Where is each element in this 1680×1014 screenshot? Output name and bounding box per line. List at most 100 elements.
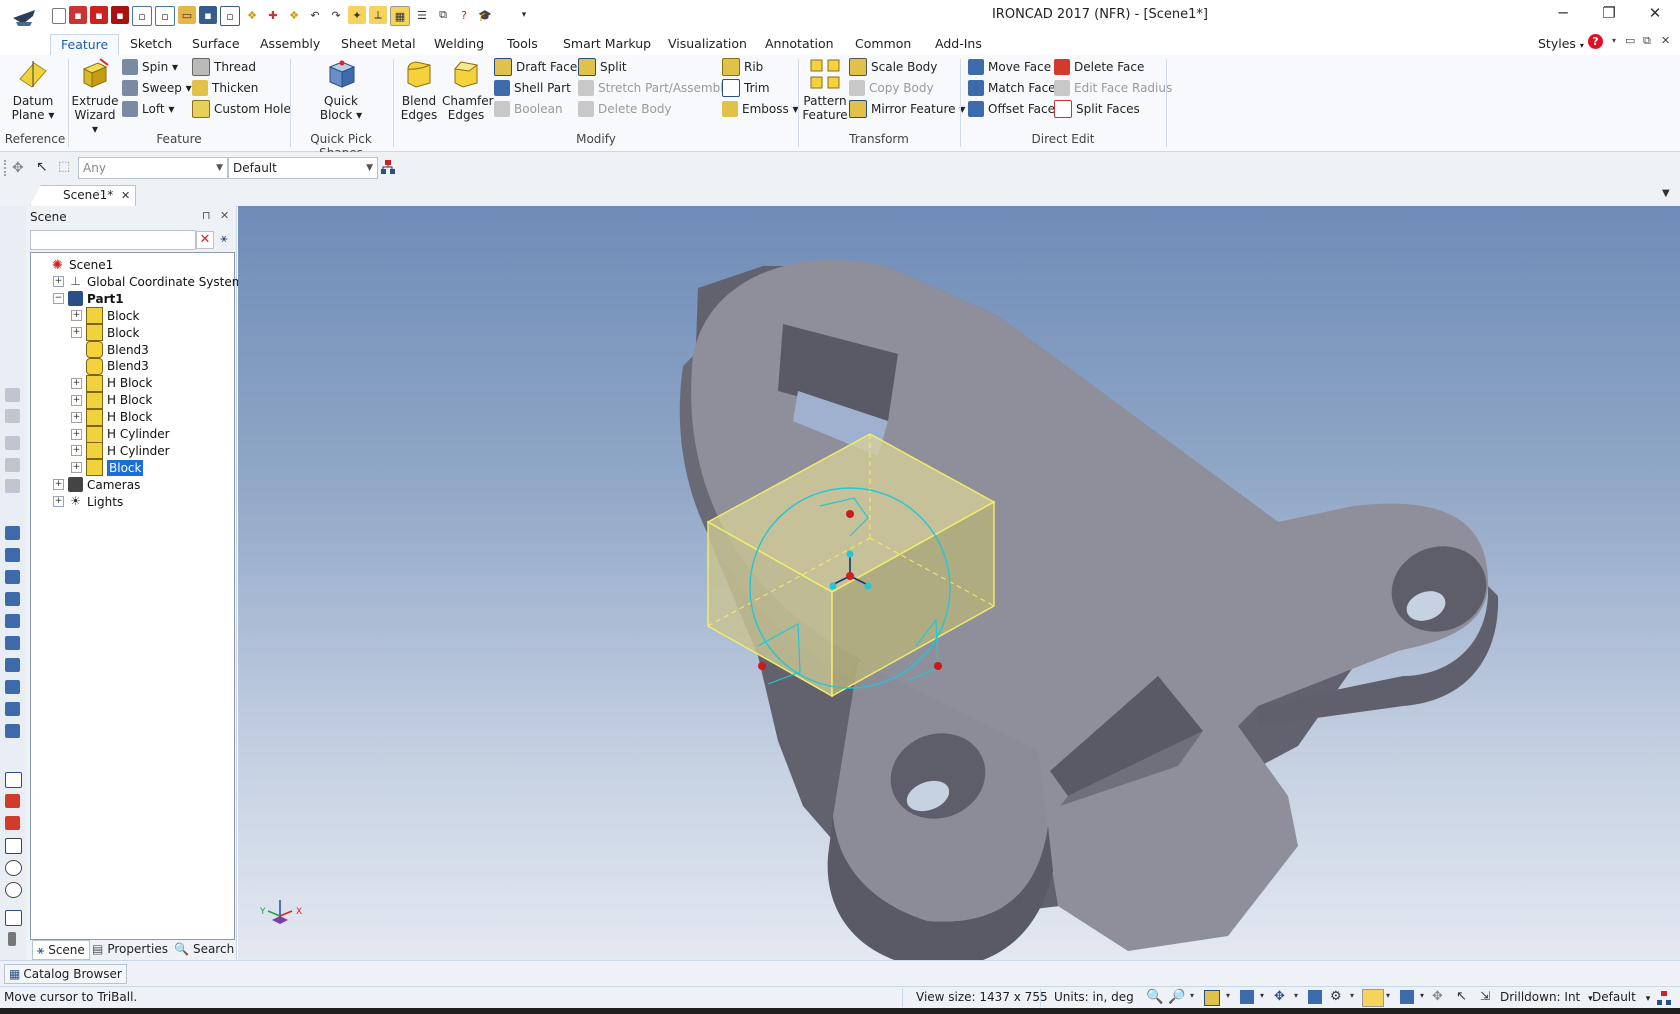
triball-axis-handle[interactable] [864, 582, 872, 590]
app-logo-icon[interactable] [10, 4, 38, 28]
import-icon[interactable]: ▫ [155, 6, 175, 26]
pattern-feature-button[interactable]: Pattern Feature [802, 57, 848, 122]
tree-item[interactable]: + Block [71, 324, 139, 342]
tree-item[interactable]: + ☀ Lights [53, 494, 123, 510]
strip-circle-icon[interactable] [5, 882, 22, 898]
tab-tools[interactable]: Tools [497, 34, 548, 56]
triball-axis-handle[interactable] [846, 550, 854, 558]
mirror-feature-button[interactable]: Mirror Feature ▾ [849, 100, 965, 118]
filter-options-icon[interactable]: ⚹ [216, 231, 232, 247]
ribbon-options-icon[interactable]: ▾ [1612, 36, 1616, 45]
tab-properties[interactable]: ▤ Properties [92, 940, 168, 958]
minimize-button[interactable]: ─ [1540, 4, 1586, 26]
expand-icon[interactable]: + [71, 377, 82, 389]
cursor-status-icon[interactable]: ↖ [1456, 989, 1467, 1004]
triball-outer-handle[interactable] [758, 662, 766, 670]
strip-bar-icon[interactable] [8, 932, 16, 946]
copy-icon[interactable]: ⧉ [434, 6, 452, 24]
tab-sketch[interactable]: Sketch [120, 34, 182, 56]
new-drawing-icon[interactable]: ▪ [111, 6, 129, 24]
triball-axis-handle[interactable] [829, 582, 837, 590]
expand-icon[interactable]: + [71, 310, 82, 322]
view-orientation-icon[interactable] [1240, 990, 1254, 1004]
open-icon[interactable]: ▭ [178, 6, 196, 24]
doc-tabs-overflow-icon[interactable]: ▼ [1662, 188, 1670, 199]
triball-status-icon[interactable]: ✥ [1274, 989, 1285, 1004]
tree-item[interactable]: + H Block [71, 391, 152, 409]
tree-item[interactable]: ✺ Scene1 [35, 257, 113, 273]
tree-item[interactable]: + H Block [71, 408, 152, 426]
strip-tool-icon[interactable] [5, 409, 20, 423]
tab-scene[interactable]: ⚹ Scene [32, 940, 90, 960]
tree-item[interactable]: + H Block [71, 374, 152, 392]
3d-viewport[interactable]: Z X Y [238, 206, 1680, 960]
insert-part-icon[interactable]: ✚ [264, 6, 282, 24]
new-assembly-icon[interactable]: ▪ [90, 6, 108, 24]
view-dropdown-icon[interactable]: ▾ [1190, 991, 1194, 1000]
strip-block-icon[interactable] [5, 658, 20, 672]
close-button[interactable]: ✕ [1632, 4, 1678, 26]
expand-icon[interactable]: + [71, 445, 82, 457]
mdi-restore-icon[interactable]: ⧉ [1643, 34, 1651, 48]
tab-smart-markup[interactable]: Smart Markup [553, 34, 661, 56]
delete-body-button[interactable]: Delete Body [578, 100, 672, 118]
undo-icon[interactable]: ↶ [306, 6, 324, 24]
save-as-icon[interactable]: ▫ [220, 6, 240, 26]
learning-icon[interactable]: 🎓 [476, 6, 494, 24]
strip-block-icon[interactable] [5, 548, 20, 562]
datum-plane-button[interactable]: Datum Plane ▾ [8, 57, 58, 122]
snap-dropdown-icon[interactable]: ▾ [1420, 991, 1424, 1000]
tab-search[interactable]: 🔍 Search [174, 940, 234, 958]
strip-tool-icon[interactable] [5, 388, 20, 402]
scene-search-input[interactable] [30, 230, 196, 250]
strip-tool-icon[interactable] [5, 458, 20, 472]
camera-status-icon[interactable]: ⚙ [1330, 989, 1342, 1004]
drilldown-combo[interactable]: Drilldown: Int ▾ [1500, 990, 1593, 1004]
quick-block-button[interactable]: Quick Block ▾ [315, 57, 367, 122]
tab-annotation[interactable]: Annotation [755, 34, 844, 56]
strip-measure-icon[interactable] [5, 772, 22, 788]
expand-icon[interactable]: + [53, 479, 64, 491]
select-part-icon[interactable]: ✥ [12, 160, 24, 176]
tab-add-ins[interactable]: Add-Ins [925, 34, 992, 56]
strip-block-icon[interactable] [5, 636, 20, 650]
shading-icon[interactable] [1308, 990, 1322, 1004]
match-face-button[interactable]: Match Face [968, 79, 1056, 97]
triball-tool-icon[interactable]: ✦ [348, 6, 366, 24]
mdi-minimize-icon[interactable]: ▭ [1625, 34, 1635, 47]
doc-tab-scene1[interactable]: Scene1* ✕ [30, 185, 136, 206]
doc-tab-close-icon[interactable]: ✕ [121, 189, 130, 202]
strip-light-icon[interactable] [5, 794, 20, 808]
expand-icon[interactable]: + [71, 462, 82, 474]
tab-visualization[interactable]: Visualization [658, 34, 757, 56]
smart-dimension-icon[interactable]: ⟂ [369, 6, 387, 24]
scale-body-button[interactable]: Scale Body [849, 58, 937, 76]
snap-icon[interactable] [1400, 990, 1414, 1004]
blend-edges-button[interactable]: Blend Edges [398, 57, 440, 122]
edit-face-radius-button[interactable]: Edit Face Radius [1054, 79, 1172, 97]
strip-block-icon[interactable] [5, 702, 20, 716]
selection-mode-icon[interactable] [1362, 989, 1384, 1007]
tab-common[interactable]: Common [845, 34, 921, 56]
strip-block-icon[interactable] [5, 526, 20, 540]
triball-dropdown-icon[interactable]: ▾ [1294, 991, 1298, 1000]
strip-block-icon[interactable] [5, 570, 20, 584]
style-dropdown-icon[interactable]: ▼ [366, 158, 373, 178]
move-face-button[interactable]: Move Face [968, 58, 1051, 76]
strip-tool-icon[interactable] [5, 436, 20, 450]
draft-faces-button[interactable]: Draft Faces [494, 58, 583, 76]
strip-block-icon[interactable] [5, 592, 20, 606]
help-icon[interactable]: ? [1588, 34, 1603, 49]
tree-item[interactable]: Blend3 [71, 357, 149, 375]
expand-icon[interactable]: + [53, 276, 64, 288]
tree-item[interactable]: Blend3 [71, 341, 149, 358]
stretch-part-button[interactable]: Stretch Part/Assembly [578, 79, 731, 97]
tree-item[interactable]: + H Cylinder [71, 425, 170, 443]
strip-block-icon[interactable] [5, 614, 20, 628]
tab-welding[interactable]: Welding [424, 34, 494, 56]
new-icon[interactable] [52, 8, 66, 24]
strip-tool-icon[interactable] [5, 479, 20, 493]
strip-block-icon[interactable] [5, 680, 20, 694]
part-model[interactable]: Z X Y [238, 206, 1680, 960]
clear-filter-icon[interactable]: ✕ [196, 231, 214, 249]
